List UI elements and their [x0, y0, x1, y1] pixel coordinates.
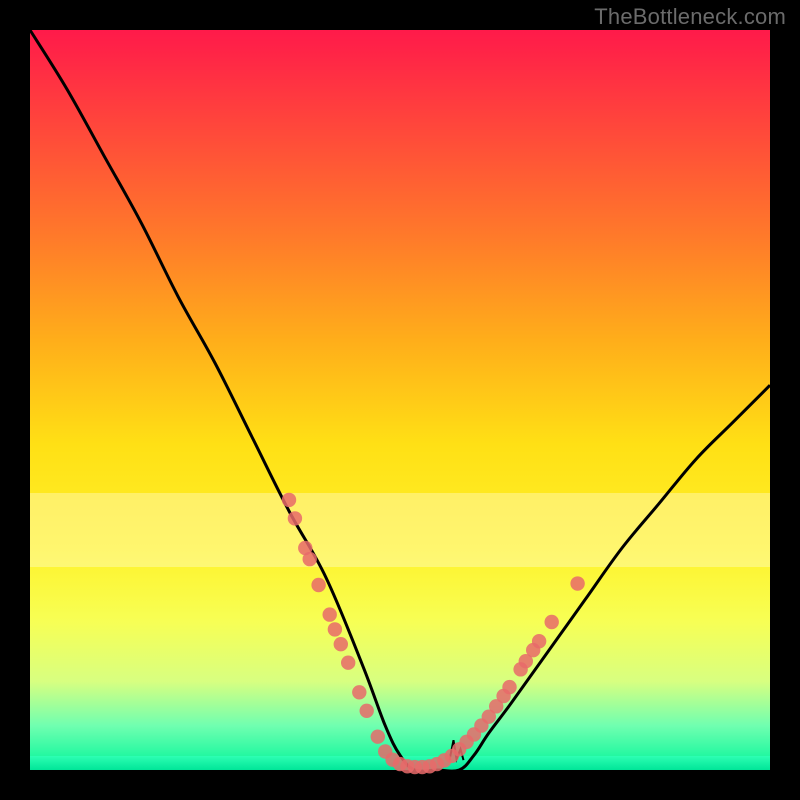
data-dot	[570, 576, 584, 590]
curve-dots	[282, 493, 585, 775]
data-dot	[371, 730, 385, 744]
data-dot	[288, 511, 302, 525]
data-dot	[545, 615, 559, 629]
data-dot	[352, 685, 366, 699]
data-dot	[282, 493, 296, 507]
data-dot	[334, 637, 348, 651]
data-dot	[360, 704, 374, 718]
data-dot	[311, 578, 325, 592]
chart-frame: TheBottleneck.com	[0, 0, 800, 800]
data-dot	[303, 552, 317, 566]
data-dot	[502, 680, 516, 694]
watermark-text: TheBottleneck.com	[594, 4, 786, 30]
data-dot	[323, 607, 337, 621]
curve-line	[30, 30, 770, 771]
data-dot	[532, 634, 546, 648]
data-dot	[328, 622, 342, 636]
data-dot	[341, 656, 355, 670]
plot-area	[30, 30, 770, 770]
bottleneck-chart	[30, 30, 770, 770]
